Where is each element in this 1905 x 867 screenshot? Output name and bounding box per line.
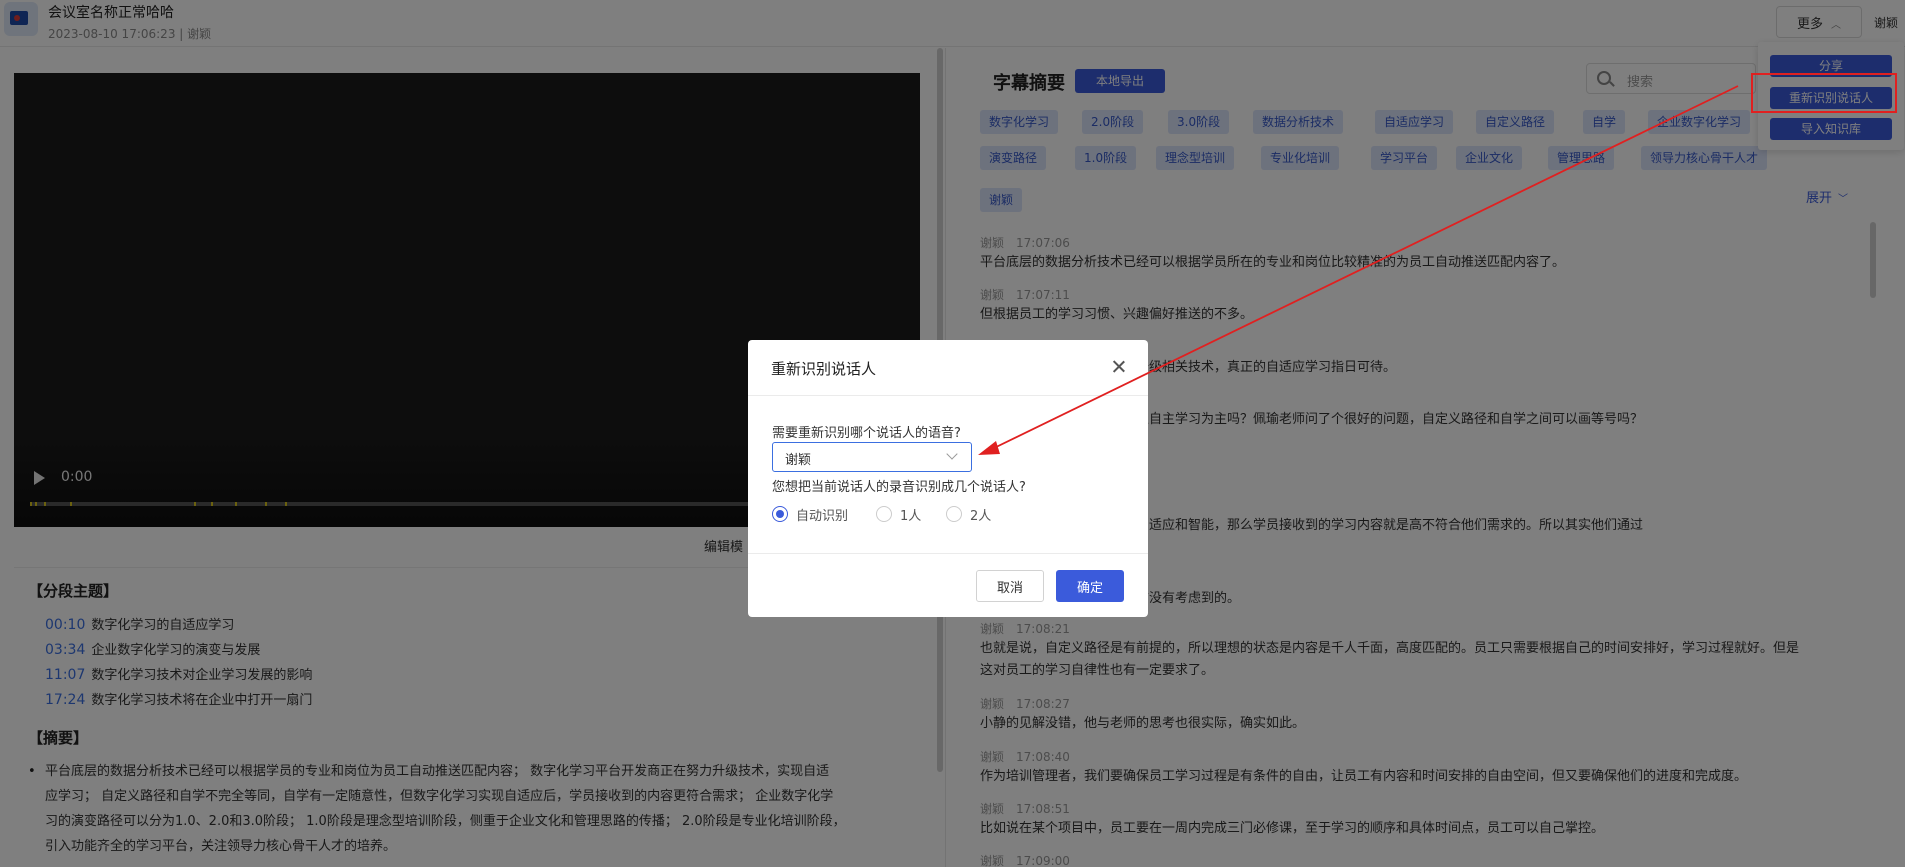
speaker-question: 需要重新识别哪个说话人的语音?	[772, 426, 961, 441]
radio-label: 1人	[900, 509, 922, 524]
annotation-highlight-box	[1751, 73, 1897, 113]
chevron-down-icon	[946, 448, 958, 460]
close-icon[interactable]	[1110, 358, 1128, 376]
speaker-count-question: 您想把当前说话人的录音识别成几个说话人?	[772, 480, 1026, 495]
speaker-select-value: 谢颖	[785, 453, 812, 468]
radio-label: 自动识别	[796, 509, 849, 524]
confirm-button[interactable]: 确定	[1056, 570, 1124, 602]
reidentify-speaker-dialog: 重新识别说话人 需要重新识别哪个说话人的语音? 谢颖 您想把当前说话人的录音识别…	[748, 340, 1148, 617]
radio-label: 2人	[970, 509, 992, 524]
cancel-button[interactable]: 取消	[976, 570, 1044, 602]
speaker-select[interactable]: 谢颖	[772, 442, 972, 472]
dialog-title: 重新识别说话人	[771, 360, 877, 378]
